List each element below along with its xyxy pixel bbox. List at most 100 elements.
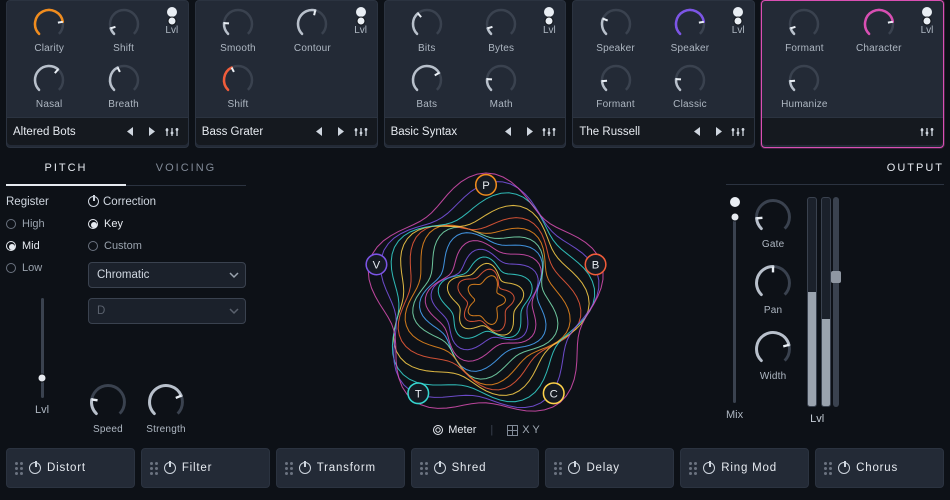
grid-icon [507, 425, 518, 436]
knob-label: Character [856, 43, 902, 54]
preset-next-button[interactable] [331, 122, 351, 142]
tab-voicing[interactable]: VOICING [126, 154, 246, 185]
strength-knob[interactable] [146, 382, 186, 422]
scale-select[interactable]: Chromatic [88, 262, 246, 288]
bats-knob[interactable] [410, 63, 444, 97]
smooth-knob[interactable] [221, 7, 255, 41]
speaker-knob[interactable] [673, 7, 707, 41]
nasal-knob[interactable] [32, 63, 66, 97]
preset-name[interactable]: Basic Syntax [391, 126, 499, 138]
register-level-slider[interactable]: Lvl [6, 298, 78, 416]
module-level-slider[interactable]: Lvl [539, 7, 559, 36]
preset-next-button[interactable] [519, 122, 539, 142]
drag-handle-icon[interactable] [150, 462, 158, 475]
correction-mode-custom[interactable]: Custom [88, 240, 246, 252]
viz-mode-xy[interactable]: X Y [507, 424, 540, 436]
width-knob[interactable] [753, 329, 793, 369]
level-scroll-handle[interactable] [833, 197, 839, 407]
formant-knob[interactable] [599, 63, 633, 97]
sliders-icon [354, 126, 368, 138]
formant-knob[interactable] [787, 7, 821, 41]
math-knob[interactable] [484, 63, 518, 97]
mix-slider[interactable]: Mix [726, 197, 743, 442]
preset-prev-button[interactable] [498, 122, 518, 142]
module-settings-button[interactable] [728, 122, 748, 142]
preset-name[interactable]: Altered Bots [13, 126, 121, 138]
character-knob[interactable] [862, 7, 896, 41]
fx-ring-mod[interactable]: Ring Mod [680, 448, 809, 488]
knob-label: Contour [294, 43, 331, 54]
preset-prev-button[interactable] [121, 122, 141, 142]
correction-mode-key[interactable]: Key [88, 218, 246, 230]
power-icon[interactable] [838, 462, 850, 474]
module-footer: Basic Syntax [385, 117, 566, 145]
drag-handle-icon[interactable] [824, 462, 832, 475]
preset-name[interactable]: Bass Grater [202, 126, 310, 138]
mix-label: Mix [726, 409, 743, 421]
module-level-slider[interactable]: Lvl [917, 7, 937, 36]
register-option-mid[interactable]: Mid [6, 240, 78, 252]
radio-label: Custom [104, 240, 142, 252]
preset-prev-button[interactable] [310, 122, 330, 142]
viz-mode-meter[interactable]: Meter [432, 424, 476, 436]
module-settings-button[interactable] [539, 122, 559, 142]
level-label: Lvl [165, 25, 178, 36]
output-title: OUTPUT [726, 154, 944, 185]
register-option-high[interactable]: High [6, 218, 78, 230]
module-level-slider[interactable]: Lvl [728, 7, 748, 36]
knob-label: Formant [785, 43, 824, 54]
humanize-knob[interactable] [787, 63, 821, 97]
power-icon[interactable] [434, 462, 446, 474]
classic-knob[interactable] [673, 63, 707, 97]
preset-next-button[interactable] [708, 122, 728, 142]
contour-knob[interactable] [295, 7, 329, 41]
module-settings-button[interactable] [162, 122, 182, 142]
fx-shred[interactable]: Shred [411, 448, 540, 488]
register-option-low[interactable]: Low [6, 262, 78, 274]
level-led-icon [733, 7, 743, 17]
power-icon[interactable] [299, 462, 311, 474]
bits-knob[interactable] [410, 7, 444, 41]
fx-chorus[interactable]: Chorus [815, 448, 944, 488]
tab-pitch[interactable]: PITCH [6, 154, 126, 186]
knob-label: Nasal [36, 99, 63, 110]
shift-knob[interactable] [221, 63, 255, 97]
level-led-icon [544, 7, 554, 17]
speaker-knob[interactable] [599, 7, 633, 41]
module-settings-button[interactable] [351, 122, 371, 142]
module-level-slider[interactable]: Lvl [351, 7, 371, 36]
register-radio-group: High Mid Low [6, 218, 78, 274]
fx-delay[interactable]: Delay [545, 448, 674, 488]
knob-label: Speaker [596, 43, 635, 54]
drag-handle-icon[interactable] [689, 462, 697, 475]
radio-dot-icon [88, 241, 98, 251]
pan-knob[interactable] [753, 263, 793, 303]
radio-dot-icon [88, 219, 98, 229]
drag-handle-icon[interactable] [420, 462, 428, 475]
preset-name[interactable]: The Russell [579, 126, 687, 138]
power-icon[interactable] [703, 462, 715, 474]
spectral-visualizer[interactable]: P B C T V [254, 154, 718, 442]
power-icon[interactable] [29, 462, 41, 474]
radio-label: Mid [22, 240, 40, 252]
gate-knob[interactable] [753, 197, 793, 237]
drag-handle-icon[interactable] [15, 462, 23, 475]
breath-knob[interactable] [107, 63, 141, 97]
speed-knob[interactable] [88, 382, 128, 422]
drag-handle-icon[interactable] [554, 462, 562, 475]
fx-filter[interactable]: Filter [141, 448, 270, 488]
power-icon[interactable] [568, 462, 580, 474]
module-level-slider[interactable]: Lvl [162, 7, 182, 36]
drag-handle-icon[interactable] [285, 462, 293, 475]
fx-transform[interactable]: Transform [276, 448, 405, 488]
power-icon[interactable] [164, 462, 176, 474]
clarity-knob[interactable] [32, 7, 66, 41]
bytes-knob[interactable] [484, 7, 518, 41]
root-select[interactable]: D [88, 298, 246, 324]
fx-distort[interactable]: Distort [6, 448, 135, 488]
power-icon[interactable] [88, 196, 99, 207]
module-settings-button[interactable] [917, 122, 937, 142]
preset-prev-button[interactable] [687, 122, 707, 142]
preset-next-button[interactable] [142, 122, 162, 142]
shift-knob[interactable] [107, 7, 141, 41]
